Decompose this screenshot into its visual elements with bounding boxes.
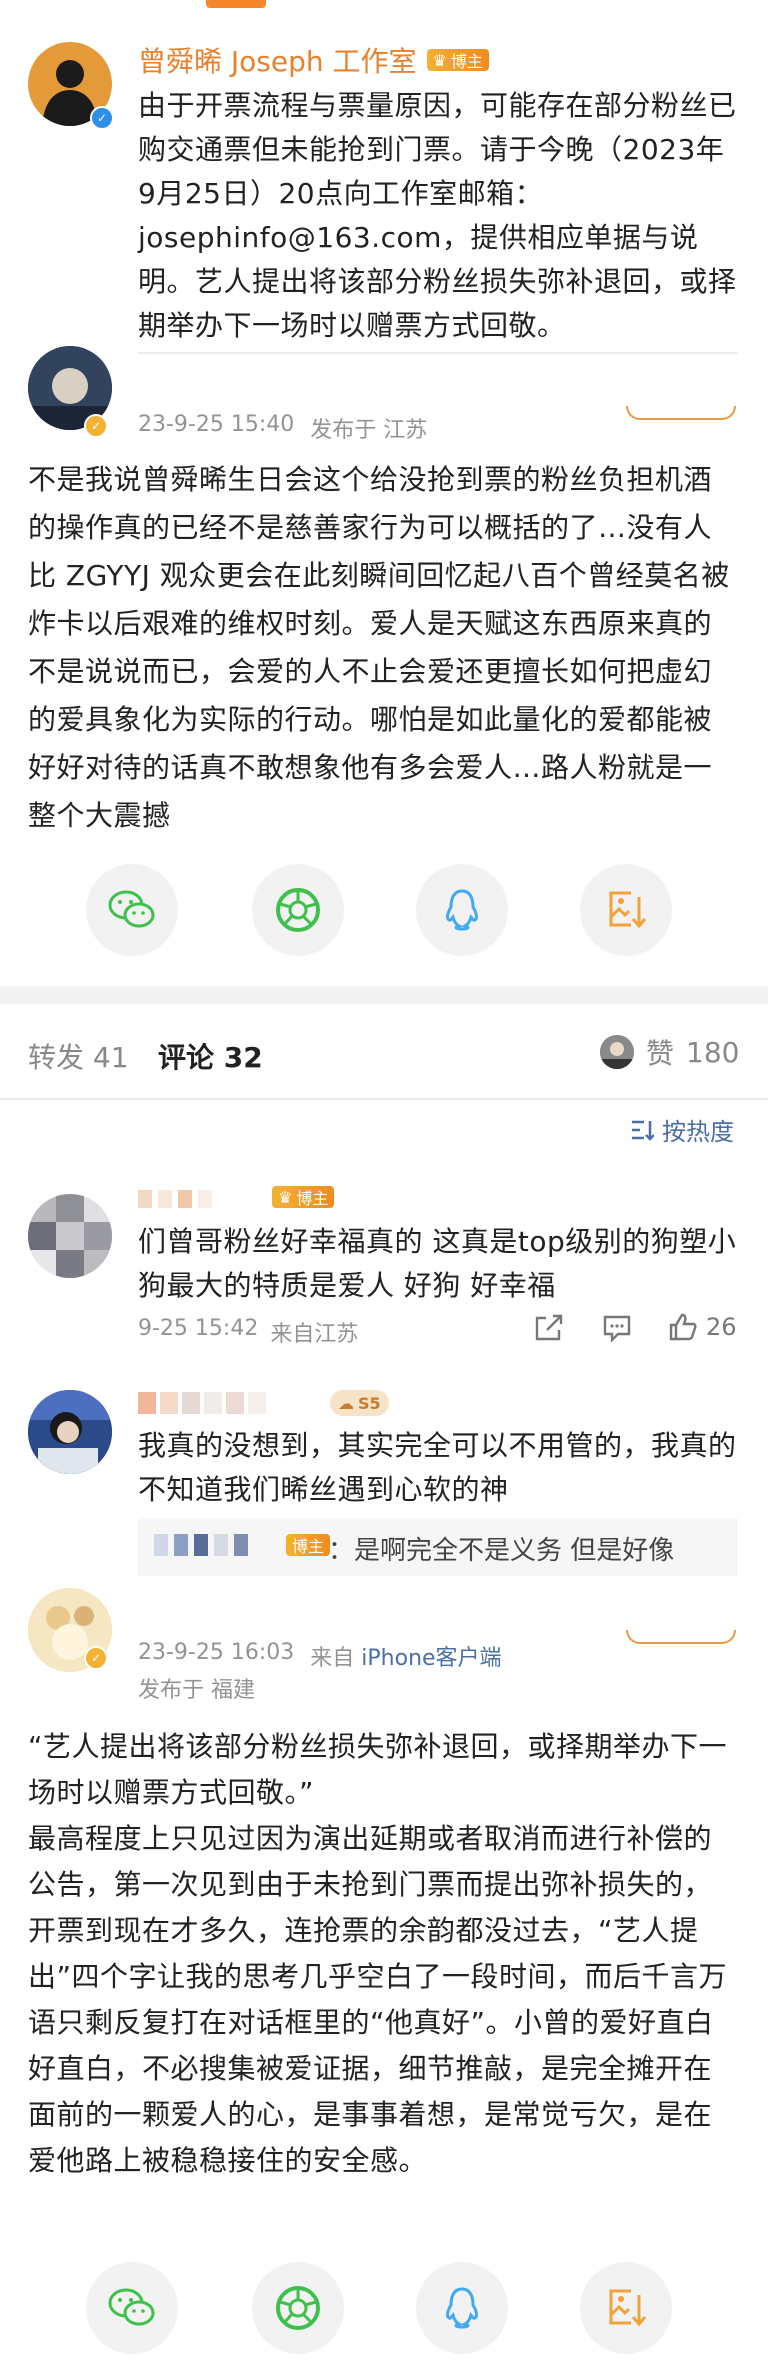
repost-time-2: 23-9-25 16:03 bbox=[138, 1640, 295, 1665]
repost-location-2: 发布于 福建 bbox=[138, 1678, 255, 1703]
share-qq-button[interactable] bbox=[416, 864, 508, 956]
repost-location-1: 发布于 江苏 bbox=[310, 418, 428, 443]
commenter-tag-1: ♛ 博主 bbox=[272, 1186, 335, 1208]
moments-icon bbox=[276, 888, 320, 932]
tab-like[interactable]: 赞 180 bbox=[600, 1032, 739, 1072]
comment-text-1: 们曾哥粉丝好幸福真的 这真是top级别的狗塑小狗最大的特质是爱人 好狗 好幸福 bbox=[138, 1225, 737, 1302]
reply-text-2: ：是啊完全不是义务 但是好像 bbox=[328, 1536, 675, 1566]
author-name[interactable]: 曾舜晞 Joseph 工作室 bbox=[138, 40, 417, 80]
qq-icon bbox=[446, 889, 478, 931]
post-divider bbox=[138, 352, 738, 354]
verified-icon: ✓ bbox=[84, 1646, 108, 1670]
save-image-button[interactable] bbox=[580, 2262, 672, 2354]
share-wechat-button[interactable] bbox=[86, 864, 178, 956]
crown-icon: ♛ bbox=[278, 1187, 293, 1207]
share-row-2 bbox=[86, 2262, 686, 2354]
reply-preview-2[interactable]: 博主 ：是啊完全不是义务 但是好像 bbox=[138, 1518, 738, 1576]
commenter-avatar-1[interactable] bbox=[28, 1194, 112, 1278]
engagement-tabs: 转发 41 评论 32 赞 180 bbox=[0, 1004, 768, 1100]
tab-repost[interactable]: 转发 41 bbox=[28, 1036, 129, 1076]
comment-reply-button-1[interactable] bbox=[602, 1314, 632, 1346]
badge-icon: ☁ bbox=[338, 1393, 354, 1413]
repost-source-2: 来自 iPhone客户端 bbox=[310, 1646, 502, 1671]
comment-like-button-1[interactable]: 26 bbox=[668, 1312, 737, 1342]
comment-like-count-1: 26 bbox=[706, 1313, 737, 1341]
repost-header-2: ✓ 23-9-25 16:03 来自 iPhone客户端 发布于 福建 bbox=[0, 1588, 768, 1703]
reply-tag: 博主 bbox=[286, 1534, 331, 1556]
qq-icon bbox=[446, 2287, 478, 2329]
sort-icon bbox=[632, 1120, 654, 1141]
verified-icon: ✓ bbox=[84, 414, 108, 438]
reply-author-blurred bbox=[154, 1534, 248, 1556]
follow-button[interactable] bbox=[626, 1630, 736, 1644]
share-row-1 bbox=[86, 864, 686, 956]
tab-comment[interactable]: 评论 32 bbox=[158, 1036, 263, 1076]
save-image-icon bbox=[609, 891, 647, 929]
verified-icon: ✓ bbox=[90, 106, 114, 130]
share-qq-button[interactable] bbox=[416, 2262, 508, 2354]
comment-icon bbox=[603, 1315, 631, 1343]
comment-share-button-1[interactable] bbox=[534, 1314, 564, 1346]
repost-time-1: 23-9-25 15:40 bbox=[138, 412, 295, 437]
save-image-button[interactable] bbox=[580, 864, 672, 956]
wechat-icon bbox=[108, 890, 155, 928]
repost-text-1: 不是我说曾舜晞生日会这个给没抢到票的粉丝负担机酒的操作真的已经不是慈善家行为可以… bbox=[28, 463, 730, 832]
comment-time-1: 9-25 15:42 bbox=[138, 1316, 259, 1341]
share-moments-button[interactable] bbox=[252, 2262, 344, 2354]
section-divider bbox=[0, 986, 768, 1004]
original-post-text: 由于开票流程与票量原因，可能存在部分粉丝已购交通票但未能抢到门票。请于今晚（20… bbox=[138, 89, 737, 342]
commenter-name-blurred-1[interactable] bbox=[138, 1190, 212, 1208]
sort-by-hot-button[interactable]: 按热度 bbox=[630, 1112, 734, 1147]
liker-avatar bbox=[600, 1035, 634, 1069]
share-wechat-button[interactable] bbox=[86, 2262, 178, 2354]
wechat-icon bbox=[108, 2288, 155, 2326]
share-moments-button[interactable] bbox=[252, 864, 344, 956]
commenter-avatar-2[interactable] bbox=[28, 1390, 112, 1474]
comment-2: ☁ S5 我真的没想到，其实完全可以不用管的，我真的不知道我们晞丝遇到心软的神 博… bbox=[0, 1378, 768, 1578]
top-indicator bbox=[206, 0, 266, 8]
repost-text-2: “艺人提出将该部分粉丝损失弥补退回，或择期举办下一场时以赠票方式回敬。” 最高程… bbox=[28, 1730, 728, 2177]
save-image-icon bbox=[609, 2289, 647, 2327]
comment-text-2: 我真的没想到，其实完全可以不用管的，我真的不知道我们晞丝遇到心软的神 bbox=[138, 1429, 737, 1506]
crown-icon: ♛ bbox=[432, 50, 447, 70]
source-link[interactable]: iPhone客户端 bbox=[361, 1646, 501, 1671]
follow-button[interactable] bbox=[626, 406, 736, 420]
comment-location-1: 来自江苏 bbox=[270, 1322, 359, 1347]
repost-header-1: ✓ 23-9-25 15:40 发布于 江苏 bbox=[0, 346, 768, 446]
comment-1: ♛ 博主 们曾哥粉丝好幸福真的 这真是top级别的狗塑小狗最大的特质是爱人 好狗 … bbox=[0, 1170, 768, 1360]
like-icon bbox=[669, 1313, 697, 1341]
original-post: ✓ 曾舜晞 Joseph 工作室 ♛ 博主 由于开票流程与票量原因，可能存在部分粉… bbox=[0, 10, 768, 370]
blogger-tag: ♛ 博主 bbox=[426, 49, 489, 71]
tabs-divider bbox=[0, 1098, 768, 1100]
avatar-mosaic bbox=[28, 1194, 112, 1278]
fan-level-badge-2: ☁ S5 bbox=[330, 1390, 389, 1416]
avatar-image bbox=[28, 1390, 112, 1474]
commenter-name-blurred-2[interactable] bbox=[138, 1392, 266, 1414]
moments-icon bbox=[276, 2286, 320, 2330]
share-icon bbox=[535, 1314, 563, 1341]
